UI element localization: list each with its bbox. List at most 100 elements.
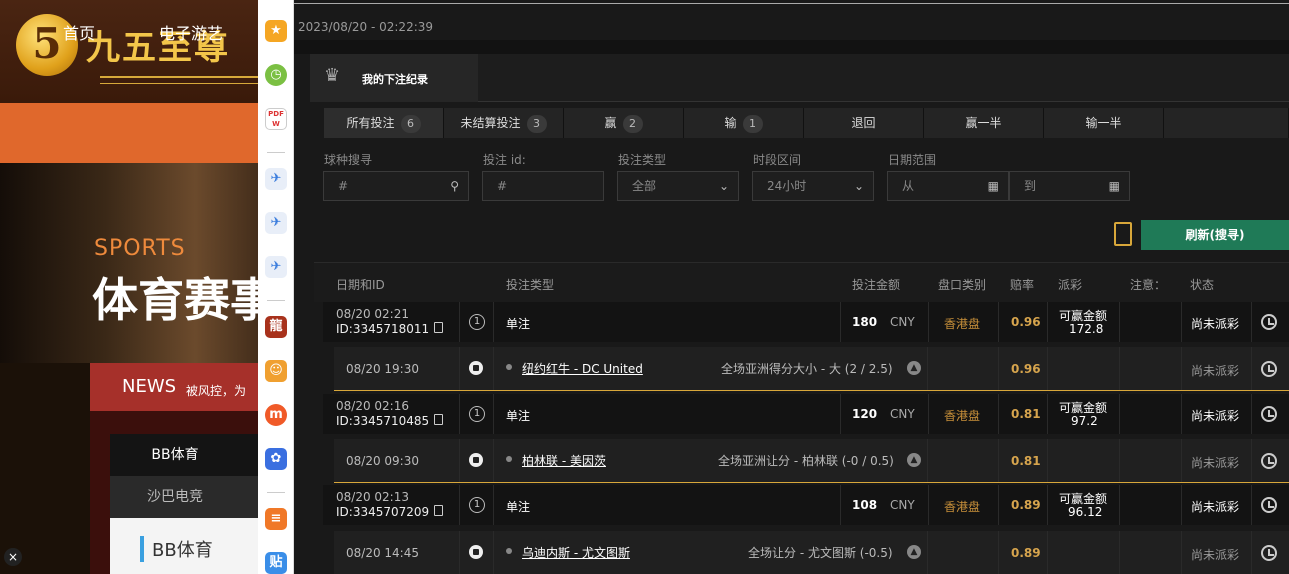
detail-status: 尚未派彩 <box>1191 548 1240 562</box>
bullet-dot <box>506 548 512 554</box>
row-divider <box>1119 439 1120 482</box>
hero-banner <box>0 163 300 363</box>
game-cartoon-icon[interactable]: ☺ <box>265 360 287 382</box>
row-divider <box>998 347 999 390</box>
tab-half-won[interactable]: 赢一半 <box>924 108 1044 138</box>
row-divider <box>1047 302 1048 342</box>
star-icon[interactable]: ★ <box>265 20 287 42</box>
sport-search-input[interactable]: # ⚲ <box>323 171 469 201</box>
row-divider <box>928 394 929 434</box>
date-from-input[interactable]: 从 ▦ <box>887 171 1009 201</box>
row-divider <box>840 394 841 434</box>
match-link[interactable]: 乌迪内斯 - 尤文图斯 <box>522 544 630 561</box>
date-to-input[interactable]: 到 ▦ <box>1009 171 1130 201</box>
nav-home[interactable]: 首页 <box>63 20 95 44</box>
row-divider <box>493 531 494 574</box>
tab-lost[interactable]: 输1 <box>684 108 804 138</box>
bet-history-window: 2023/08/20 - 02:22:39 ♛ 我的下注纪录 所有投注 6 未结算… <box>294 0 1289 574</box>
game-dragon-icon[interactable]: 龍 <box>265 316 287 338</box>
match-link[interactable]: 柏林联 - 美因茨 <box>522 452 606 469</box>
row-divider <box>927 347 928 390</box>
row-divider <box>1181 347 1182 390</box>
selection-text: 全场让分 - 尤文图斯 (-0.5) <box>748 546 893 560</box>
launcher-divider <box>267 492 285 493</box>
bet-detail-row[interactable]: 08/20 09:30 柏林联 - 美因茨 全场亚洲让分 - 柏林联 (-0 /… <box>334 439 1289 483</box>
news-ticker[interactable]: 被风控，为 <box>186 382 246 399</box>
nav-slots[interactable]: 电子游艺 <box>159 20 223 44</box>
clipboard-icon[interactable] <box>1114 222 1132 246</box>
row-divider <box>1251 347 1252 390</box>
detail-odds: 0.81 <box>1011 454 1041 468</box>
detail-odds: 0.96 <box>1011 362 1041 376</box>
row-divider <box>493 439 494 482</box>
bet-amount: 120 <box>852 407 878 421</box>
bet-type-value: 单注 <box>506 317 531 331</box>
row-divider <box>840 302 841 342</box>
copy-icon[interactable] <box>434 322 443 333</box>
copy-icon[interactable] <box>434 505 443 516</box>
bet-type-select[interactable]: 全部 ⌄ <box>617 171 739 201</box>
window-bar <box>294 40 1289 54</box>
market-info-icon[interactable]: ▲ <box>907 453 921 467</box>
tab-all-bets[interactable]: 所有投注 6 <box>324 108 444 138</box>
row-divider <box>840 485 841 525</box>
table-row[interactable]: 08/20 02:16 ID:3345710485 1 单注 120 CNY 香… <box>323 394 1289 434</box>
app-orange-icon[interactable]: ≡ <box>265 508 287 530</box>
row-divider <box>928 302 929 342</box>
refresh-search-button[interactable]: 刷新(搜寻) <box>1141 220 1289 250</box>
bet-id-input[interactable]: # <box>482 171 604 201</box>
bird-icon[interactable]: ✈ <box>265 212 287 234</box>
row-divider <box>1119 485 1120 525</box>
bet-currency: CNY <box>890 407 915 421</box>
bet-detail-row[interactable]: 08/20 14:45 乌迪内斯 - 尤文图斯 全场让分 - 尤文图斯 (-0.… <box>334 531 1289 574</box>
col-note: 注意： <box>1130 278 1167 292</box>
market-info-icon[interactable]: ▲ <box>907 545 921 559</box>
row-divider <box>1119 302 1120 342</box>
search-icon[interactable]: ⚲ <box>450 172 459 200</box>
soccer-ball-icon <box>469 453 483 467</box>
close-icon[interactable]: × <box>4 548 22 566</box>
selection-text: 全场亚洲得分大小 - 大 (2 / 2.5) <box>721 362 893 376</box>
title-bar-fill <box>478 54 1289 102</box>
info-icon[interactable]: 1 <box>469 406 485 422</box>
row-divider <box>493 302 494 342</box>
row-divider <box>1251 394 1252 434</box>
row-divider <box>1181 439 1182 482</box>
bet-detail-row[interactable]: 08/20 19:30 纽约红牛 - DC United 全场亚洲得分大小 - … <box>334 347 1289 391</box>
top-divider <box>294 3 1289 4</box>
market-type: 香港盘 <box>944 317 981 331</box>
payout-value: 96.12 <box>1068 505 1103 519</box>
tab-refunded[interactable]: 退回 <box>804 108 924 138</box>
table-row[interactable]: 08/20 02:13 ID:3345707209 1 单注 108 CNY 香… <box>323 485 1289 525</box>
match-link[interactable]: 纽约红牛 - DC United <box>522 360 643 377</box>
row-divider <box>927 531 928 574</box>
tab-half-lost[interactable]: 输一半 <box>1044 108 1164 138</box>
bet-type-value: 单注 <box>506 500 531 514</box>
live-icon[interactable]: m <box>265 404 287 426</box>
bet-amount: 180 <box>852 315 878 329</box>
col-odds: 赔率 <box>1010 278 1035 292</box>
clock-app-icon[interactable]: ◷ <box>265 64 287 86</box>
chevron-down-icon: ⌄ <box>718 179 729 193</box>
pdf-icon[interactable]: PDF W <box>265 108 287 130</box>
baidu-paw-icon[interactable]: ✿ <box>265 448 287 470</box>
tab-won[interactable]: 赢2 <box>564 108 684 138</box>
bird-icon[interactable]: ✈ <box>265 168 287 190</box>
calendar-icon[interactable]: ▦ <box>988 172 999 200</box>
tab-unsettled[interactable]: 未结算投注 3 <box>444 108 564 138</box>
period-select[interactable]: 24小时 ⌄ <box>752 171 874 201</box>
info-icon[interactable]: 1 <box>469 314 485 330</box>
tieba-icon[interactable]: 贴 <box>265 552 287 574</box>
market-info-icon[interactable]: ▲ <box>907 361 921 375</box>
clock-icon <box>1261 361 1277 377</box>
copy-icon[interactable] <box>434 414 443 425</box>
calendar-icon[interactable]: ▦ <box>1109 172 1120 200</box>
logo-ornament <box>100 76 260 84</box>
trophy-icon: ♛ <box>324 65 341 86</box>
bird-icon[interactable]: ✈ <box>265 256 287 278</box>
bullet-dot <box>506 364 512 370</box>
info-icon[interactable]: 1 <box>469 497 485 513</box>
row-divider <box>998 394 999 434</box>
table-row[interactable]: 08/20 02:21 ID:3345718011 1 单注 180 CNY 香… <box>323 302 1289 342</box>
row-divider <box>459 439 460 482</box>
